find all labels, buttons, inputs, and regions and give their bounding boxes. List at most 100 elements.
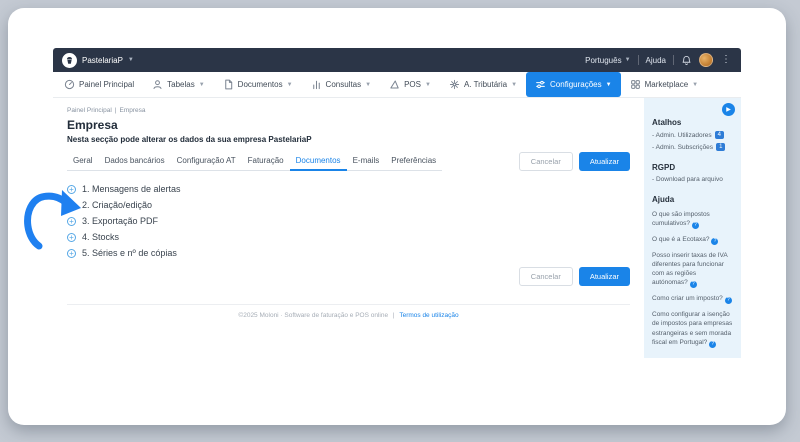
accordion-label: 4. Stocks: [82, 232, 119, 242]
tab-configuracao-at[interactable]: Configuração AT: [171, 153, 242, 170]
terms-link[interactable]: Termos de utilização: [399, 312, 458, 319]
plus-circle-icon: +: [67, 201, 76, 210]
breadcrumb-separator: |: [115, 107, 117, 114]
help-circle-icon: ?: [692, 222, 699, 229]
breadcrumb-parent[interactable]: Painel Principal: [67, 107, 112, 114]
tab-faturacao[interactable]: Faturação: [242, 153, 290, 170]
language-menu[interactable]: Português ▼: [585, 56, 630, 65]
accordion-item-mensagens-de-alertas[interactable]: + 1. Mensagens de alertas: [67, 181, 630, 197]
shortcuts-title: Atalhos: [652, 118, 733, 127]
main-panel: Painel Principal | Empresa Empresa Nesta…: [53, 98, 644, 358]
help-circle-icon: ?: [709, 341, 716, 348]
accordion-label: 2. Criação/edição: [82, 200, 152, 210]
tab-documentos[interactable]: Documentos: [290, 153, 347, 171]
nav-label: Tabelas: [167, 80, 195, 89]
chevron-down-icon: ▼: [425, 82, 431, 88]
top-actions: Cancelar Atualizar: [519, 152, 630, 171]
nav-label: Consultas: [326, 80, 362, 89]
cancel-button[interactable]: Cancelar: [519, 152, 573, 171]
dashboard-icon: [64, 79, 75, 90]
footer-separator: |: [393, 312, 395, 319]
help-link-ecotaxa[interactable]: O que é a Ecotaxa??: [652, 235, 733, 245]
notifications-button[interactable]: [681, 55, 692, 66]
nav-item-painel-principal[interactable]: Painel Principal: [55, 72, 143, 97]
nav-label: POS: [404, 80, 421, 89]
main-nav: Painel Principal Tabelas ▼ Documentos ▼: [53, 72, 741, 98]
reports-icon: [311, 79, 322, 90]
nav-label: A. Tributária: [464, 80, 507, 89]
page-subtitle: Nesta secção pode alterar os dados da su…: [67, 135, 630, 144]
pos-icon: [389, 79, 400, 90]
kebab-menu-icon[interactable]: ⋮: [720, 55, 732, 65]
tab-dados-bancarios[interactable]: Dados bancários: [99, 153, 171, 170]
footer: ©2025 Moloni · Software de faturação e P…: [67, 304, 630, 319]
sidebar-item-admin-utilizadores[interactable]: - Admin. Utilizadores 4: [652, 131, 733, 139]
accordion-item-exportacao-pdf[interactable]: + 3. Exportação PDF: [67, 213, 630, 229]
tab-geral[interactable]: Geral: [67, 153, 99, 170]
nav-item-consultas[interactable]: Consultas ▼: [302, 72, 381, 97]
accordion-label: 3. Exportação PDF: [82, 216, 158, 226]
help-link-taxas-iva[interactable]: Posso inserir taxas de IVA diferentes pa…: [652, 251, 733, 288]
accordion-label: 1. Mensagens de alertas: [82, 184, 181, 194]
company-name: PastelariaP: [82, 56, 123, 65]
help-link-criar-imposto[interactable]: Como criar um imposto??: [652, 294, 733, 304]
nav-label: Marketplace: [645, 80, 689, 89]
page-title: Empresa: [67, 118, 630, 132]
nav-item-pos[interactable]: POS ▼: [380, 72, 440, 97]
app-frame: PastelariaP ▼ Português ▼ Ajuda: [53, 48, 741, 358]
accordion-item-series-copias[interactable]: + 5. Séries e nº de cópias: [67, 245, 630, 261]
tab-preferencias[interactable]: Preferências: [385, 153, 442, 170]
settings-sliders-icon: [535, 79, 546, 90]
nav-label: Configurações: [550, 80, 602, 89]
chevron-right-icon: ▶: [726, 106, 731, 113]
nav-item-marketplace[interactable]: Marketplace ▼: [621, 72, 708, 97]
update-button[interactable]: Atualizar: [579, 152, 630, 171]
nav-item-a-tributaria[interactable]: A. Tributária ▼: [440, 72, 526, 97]
tab-emails[interactable]: E-mails: [347, 153, 386, 170]
nav-item-configuracoes[interactable]: Configurações ▼: [526, 72, 621, 97]
copyright-text: ©2025 Moloni · Software de faturação e P…: [238, 312, 388, 319]
documents-icon: [223, 79, 234, 90]
accordion-item-stocks[interactable]: + 4. Stocks: [67, 229, 630, 245]
content-row: Painel Principal | Empresa Empresa Nesta…: [53, 98, 741, 358]
help-link-isencao-impostos[interactable]: Como configurar a isenção de impostos pa…: [652, 310, 733, 347]
help-label: Ajuda: [646, 56, 666, 65]
chevron-down-icon: ▼: [511, 82, 517, 88]
accordion-item-criacao-edicao[interactable]: + 2. Criação/edição: [67, 197, 630, 213]
avatar[interactable]: [699, 53, 713, 67]
shortcut-label: - Admin. Subscrições: [652, 144, 713, 151]
pastry-logo-icon: [62, 53, 77, 68]
topbar: PastelariaP ▼ Português ▼ Ajuda: [53, 48, 741, 72]
help-title: Ajuda: [652, 195, 733, 204]
accordion: + 1. Mensagens de alertas + 2. Criação/e…: [67, 181, 630, 261]
browser-window-card: PastelariaP ▼ Português ▼ Ajuda: [8, 8, 786, 425]
bottom-actions: Cancelar Atualizar: [67, 267, 630, 286]
chevron-down-icon: ▼: [128, 57, 134, 63]
divider: [638, 55, 639, 65]
collapse-sidebar-button[interactable]: ▶: [722, 103, 735, 116]
chevron-down-icon: ▼: [692, 82, 698, 88]
help-link-label: Posso inserir taxas de IVA diferentes pa…: [652, 252, 727, 286]
nav-label: Painel Principal: [79, 80, 134, 89]
company-menu[interactable]: PastelariaP ▼: [62, 53, 134, 68]
accordion-label: 5. Séries e nº de cópias: [82, 248, 177, 258]
divider: [673, 55, 674, 65]
cancel-button[interactable]: Cancelar: [519, 267, 573, 286]
nav-item-documentos[interactable]: Documentos ▼: [214, 72, 302, 97]
help-link-label: O que é a Ecotaxa?: [652, 236, 709, 243]
help-menu[interactable]: Ajuda: [646, 56, 666, 65]
update-button[interactable]: Atualizar: [579, 267, 630, 286]
nav-item-tabelas[interactable]: Tabelas ▼: [143, 72, 214, 97]
sidebar-item-download-arquivo[interactable]: - Download para arquivo: [652, 176, 733, 183]
chevron-down-icon: ▼: [606, 82, 612, 88]
sidebar: ▶ Atalhos - Admin. Utilizadores 4 - Admi…: [644, 98, 741, 358]
bell-icon: [681, 55, 692, 66]
help-circle-icon: ?: [725, 297, 732, 304]
tax-authority-icon: [449, 79, 460, 90]
help-link-label: Como criar um imposto?: [652, 295, 723, 302]
sidebar-item-admin-subscricoes[interactable]: - Admin. Subscrições 1: [652, 143, 733, 151]
help-link-impostos-cumulativos[interactable]: O que são impostos cumulativos??: [652, 210, 733, 229]
plus-circle-icon: +: [67, 233, 76, 242]
count-badge: 1: [716, 143, 725, 151]
chevron-down-icon: ▼: [365, 82, 371, 88]
